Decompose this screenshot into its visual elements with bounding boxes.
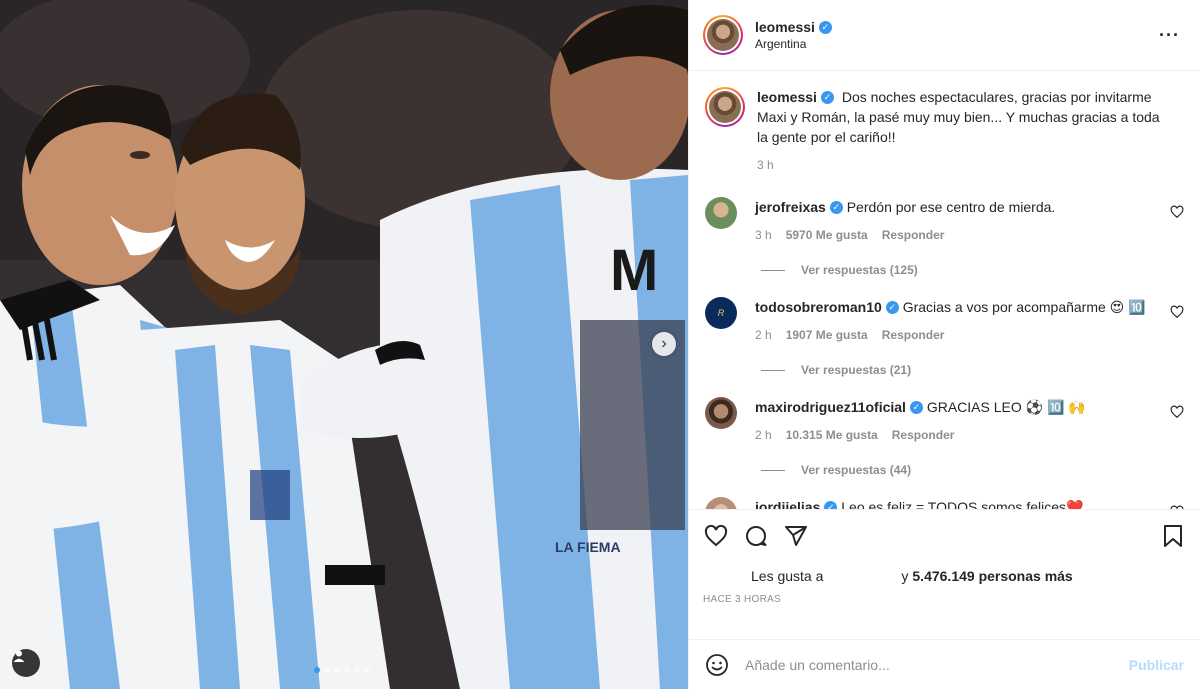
verified-badge-icon: ✓ bbox=[820, 90, 834, 104]
comment-item: maxirodriguez11oficial ✓ GRACIAS LEO ⚽ 🔟… bbox=[705, 397, 1184, 445]
comment-input[interactable] bbox=[745, 656, 1129, 673]
commenter-username[interactable]: jordiielias ✓ bbox=[755, 497, 838, 509]
instagram-post: M LA FIEMA › leomessi ✓ Argentina ··· le… bbox=[0, 0, 1200, 689]
comment-item: jerofreixas ✓ Perdón por ese centro de m… bbox=[705, 197, 1184, 245]
liked-by-hidden-user bbox=[827, 569, 897, 583]
verified-badge-icon: ✓ bbox=[818, 20, 832, 34]
comment-text: Leo es feliz = TODOS somos felices❤️ bbox=[841, 499, 1084, 509]
verified-badge-icon: ✓ bbox=[824, 500, 838, 509]
reply-button[interactable]: Responder bbox=[882, 225, 945, 245]
commenter-username[interactable]: jerofreixas ✓ bbox=[755, 197, 843, 217]
comment-like-heart-icon[interactable] bbox=[1170, 305, 1184, 319]
comment-text: Perdón por ese centro de mierda. bbox=[846, 199, 1056, 215]
author-username[interactable]: leomessi ✓ bbox=[755, 19, 832, 35]
add-comment-bar: Publicar bbox=[689, 639, 1200, 689]
comment-like-heart-icon[interactable] bbox=[1170, 205, 1184, 219]
carousel-dot bbox=[314, 667, 320, 673]
likes-summary[interactable]: Les gusta a y 5.476.149 personas más bbox=[703, 568, 1186, 584]
share-button[interactable] bbox=[783, 523, 809, 549]
author-avatar[interactable] bbox=[703, 15, 743, 55]
emoji-icon[interactable] bbox=[705, 653, 729, 677]
publish-button[interactable]: Publicar bbox=[1129, 657, 1184, 673]
tagged-users-button[interactable] bbox=[12, 649, 40, 677]
comment-icon bbox=[746, 526, 767, 546]
comment-text: GRACIAS LEO ⚽ 🔟 🙌 bbox=[926, 399, 1086, 415]
svg-text:LA FIEMA: LA FIEMA bbox=[555, 539, 621, 555]
more-horizontal-icon: ··· bbox=[1159, 25, 1180, 45]
comment-time[interactable]: 3 h bbox=[755, 225, 772, 245]
comment-item: R todosobreroman10 ✓ Gracias a vos por a… bbox=[705, 297, 1184, 345]
commenter-avatar[interactable] bbox=[705, 197, 737, 229]
svg-text:M: M bbox=[610, 238, 658, 303]
carousel-indicator bbox=[314, 667, 370, 673]
commenter-username[interactable]: todosobreroman10 ✓ bbox=[755, 297, 899, 317]
post-location[interactable]: Argentina bbox=[755, 37, 832, 51]
comment-likes[interactable]: 10.315 Me gusta bbox=[786, 425, 878, 445]
more-options-button[interactable]: ··· bbox=[1159, 26, 1180, 44]
post-photo[interactable]: M LA FIEMA › bbox=[0, 0, 688, 689]
chevron-right-icon: › bbox=[661, 335, 667, 352]
reply-button[interactable]: Responder bbox=[892, 425, 955, 445]
commenter-username[interactable]: maxirodriguez11oficial ✓ bbox=[755, 397, 923, 417]
view-replies-button[interactable]: Ver respuestas (125) bbox=[761, 263, 1184, 277]
comment-time[interactable]: 2 h bbox=[755, 325, 772, 345]
comment-item: jordiielias ✓ Leo es feliz = TODOS somos… bbox=[705, 497, 1184, 509]
comments-list[interactable]: leomessi ✓ Dos noches espectaculares, gr… bbox=[689, 71, 1200, 509]
carousel-dot bbox=[324, 667, 330, 673]
caption-time[interactable]: 3 h bbox=[757, 155, 774, 175]
view-replies-button[interactable]: Ver respuestas (44) bbox=[761, 463, 1184, 477]
verified-badge-icon: ✓ bbox=[909, 400, 923, 414]
comment-time[interactable]: 2 h bbox=[755, 425, 772, 445]
verified-badge-icon: ✓ bbox=[885, 300, 899, 314]
bookmark-icon bbox=[1164, 525, 1182, 547]
comment-button[interactable] bbox=[743, 523, 769, 549]
post-actions: Les gusta a y 5.476.149 personas más HAC… bbox=[689, 509, 1200, 639]
verified-badge-icon: ✓ bbox=[829, 200, 843, 214]
user-tag-icon bbox=[13, 650, 25, 662]
carousel-dot bbox=[344, 667, 350, 673]
next-photo-button[interactable]: › bbox=[652, 332, 676, 356]
save-button[interactable] bbox=[1160, 523, 1186, 549]
post-timestamp[interactable]: HACE 3 HORAS bbox=[703, 594, 1186, 605]
commenter-avatar[interactable] bbox=[705, 497, 737, 509]
reply-button[interactable]: Responder bbox=[882, 325, 945, 345]
comment-likes[interactable]: 1907 Me gusta bbox=[786, 325, 868, 345]
carousel-dot bbox=[354, 667, 360, 673]
commenter-avatar[interactable] bbox=[705, 397, 737, 429]
caption-avatar[interactable] bbox=[705, 87, 745, 127]
comment-likes[interactable]: 5970 Me gusta bbox=[786, 225, 868, 245]
photo-illustration: M LA FIEMA bbox=[0, 0, 688, 689]
heart-icon bbox=[704, 524, 728, 547]
like-button[interactable] bbox=[703, 523, 729, 549]
comment-text: Gracias a vos por acompañarme 😍 🔟 bbox=[902, 299, 1146, 315]
post-header: leomessi ✓ Argentina ··· bbox=[689, 0, 1200, 71]
post-side-panel: leomessi ✓ Argentina ··· leomessi ✓ Dos … bbox=[688, 0, 1200, 689]
commenter-avatar[interactable]: R bbox=[705, 297, 737, 329]
carousel-dot bbox=[334, 667, 340, 673]
view-replies-button[interactable]: Ver respuestas (21) bbox=[761, 363, 1184, 377]
send-icon bbox=[785, 526, 807, 546]
caption-username[interactable]: leomessi ✓ bbox=[757, 87, 834, 107]
likes-count[interactable]: 5.476.149 personas más bbox=[912, 568, 1072, 584]
post-caption: leomessi ✓ Dos noches espectaculares, gr… bbox=[705, 87, 1184, 175]
carousel-dot bbox=[364, 667, 370, 673]
comment-like-heart-icon[interactable] bbox=[1170, 405, 1184, 419]
